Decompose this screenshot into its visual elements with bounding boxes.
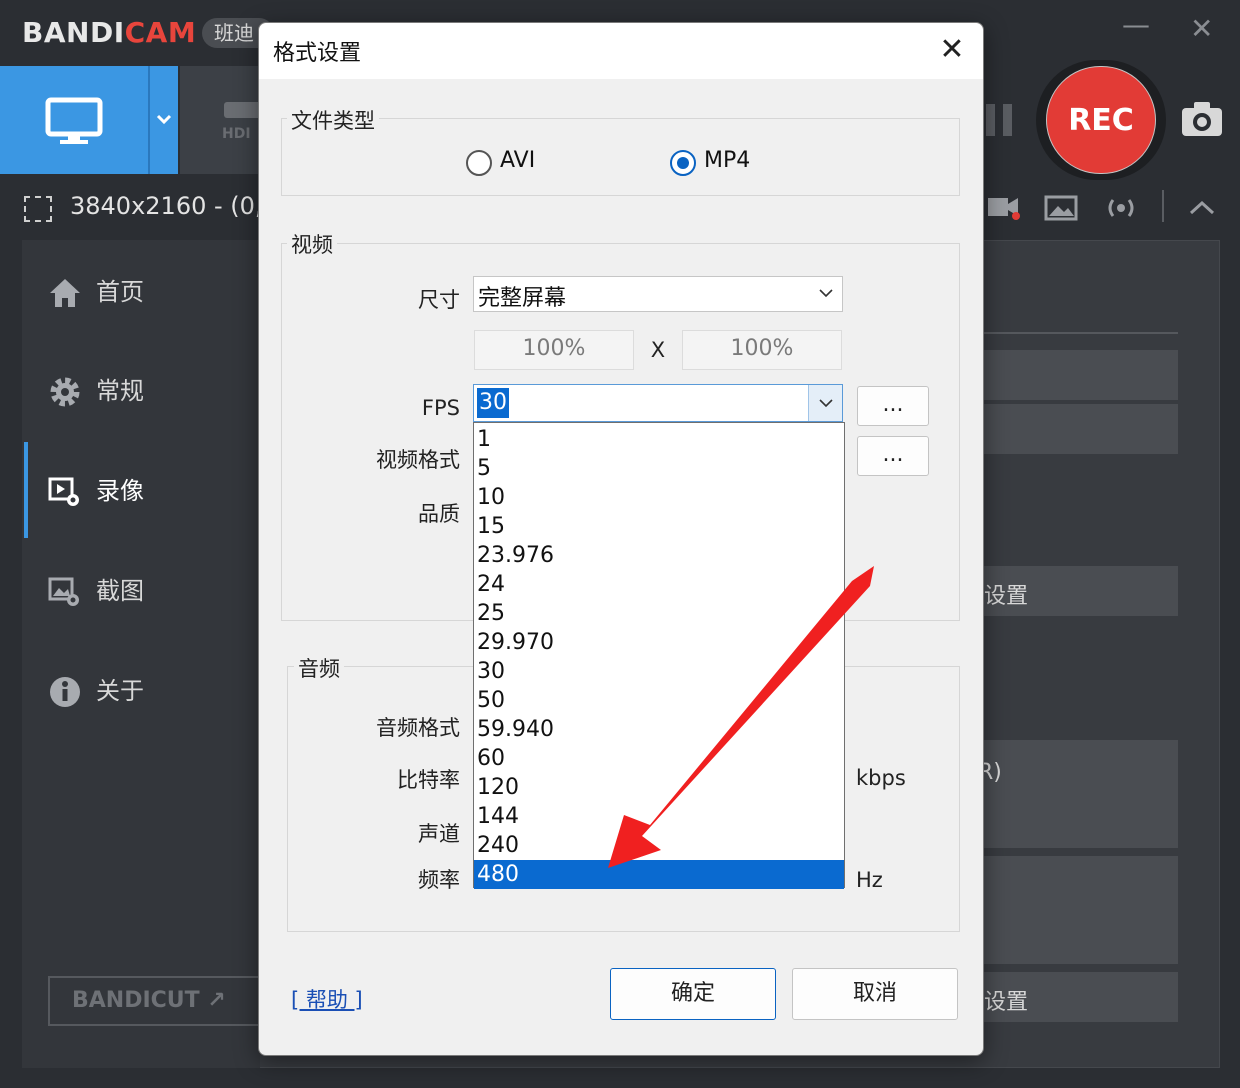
- settings-button-label: 设置: [984, 584, 1029, 609]
- screen-record-mode-button[interactable]: [0, 66, 148, 174]
- fps-dropdown-list: 1 5 10 15 23.976 24 25 29.970 30 50 59.940 60 120 144…: [473, 422, 845, 889]
- file-type-group-label: 文件类型: [287, 105, 379, 135]
- help-link[interactable]: [ 帮助 ]: [291, 984, 363, 1014]
- size-select[interactable]: 完整屏幕: [473, 276, 843, 312]
- fps-select[interactable]: 30: [473, 384, 843, 422]
- quality-label: 品质: [418, 502, 460, 526]
- svg-text:HDI: HDI: [222, 126, 251, 142]
- sidebar-active-indicator: [24, 442, 28, 538]
- height-percent-field[interactable]: 100%: [682, 330, 842, 370]
- ok-button[interactable]: 确定: [610, 968, 776, 1020]
- width-percent-field[interactable]: 100%: [474, 330, 634, 370]
- fps-option[interactable]: 59.940: [474, 715, 844, 744]
- radio-mp4[interactable]: MP4: [670, 148, 770, 178]
- right-panel-box: [960, 856, 1178, 964]
- bitrate-label: 比特率: [397, 768, 460, 792]
- fps-option[interactable]: 29.970: [474, 628, 844, 657]
- frequency-unit: Hz: [856, 868, 883, 892]
- chevron-down-icon: [819, 289, 833, 298]
- sidebar-item-video[interactable]: 录像: [48, 471, 144, 511]
- cancel-button[interactable]: 取消: [792, 968, 958, 1020]
- hdmi-record-mode-button[interactable]: HDI: [180, 66, 264, 174]
- image-overlay-icon[interactable]: [1044, 194, 1078, 222]
- fps-option[interactable]: 25: [474, 599, 844, 628]
- pause-button[interactable]: [986, 104, 1014, 136]
- fps-option[interactable]: 480: [474, 860, 844, 889]
- frequency-label: 频率: [418, 868, 460, 892]
- video-format-label: 视频格式: [376, 448, 460, 472]
- fps-option[interactable]: 60: [474, 744, 844, 773]
- webcam-overlay-icon[interactable]: [986, 194, 1022, 222]
- screenshot-button[interactable]: [1180, 100, 1224, 138]
- settings-button-label: 设置: [984, 990, 1029, 1015]
- sidebar-item-general[interactable]: 常规: [48, 371, 144, 411]
- resolution-text: 3840x2160 - (0, 0: [70, 192, 286, 220]
- info-icon: [50, 677, 80, 707]
- sidebar: [22, 240, 260, 1068]
- fps-option[interactable]: 1: [474, 425, 844, 454]
- monitor-icon: [45, 97, 103, 144]
- audio-broadcast-icon[interactable]: [1104, 196, 1138, 220]
- fps-option[interactable]: 24: [474, 570, 844, 599]
- sidebar-item-home[interactable]: 首页: [48, 272, 144, 312]
- home-icon: [50, 279, 80, 307]
- chevron-up-icon[interactable]: [1188, 198, 1216, 218]
- fps-option[interactable]: 5: [474, 454, 844, 483]
- channel-label: 声道: [418, 822, 460, 846]
- video-settings-icon: [48, 477, 79, 506]
- minimize-button[interactable]: —: [1122, 8, 1150, 41]
- chevron-down-icon: [156, 114, 172, 125]
- fps-option[interactable]: 10: [474, 483, 844, 512]
- image-settings-icon: [48, 577, 79, 606]
- close-main-button[interactable]: ✕: [1190, 12, 1213, 45]
- bandicut-banner[interactable]: BANDICUT ↗: [48, 976, 288, 1026]
- radio-avi[interactable]: AVI: [466, 148, 566, 178]
- file-type-group: [281, 118, 960, 196]
- dialog-title: 格式设置: [273, 41, 362, 66]
- hdmi-icon: HDI: [222, 102, 264, 142]
- fps-option[interactable]: 15: [474, 512, 844, 541]
- bandicam-logo: BANDICAM: [22, 16, 197, 49]
- audio-group-label: 音频: [294, 653, 344, 683]
- fps-option[interactable]: 50: [474, 686, 844, 715]
- dialog-titlebar: 格式设置 ✕: [259, 23, 983, 79]
- fps-option[interactable]: 23.976: [474, 541, 844, 570]
- right-panel-row: [960, 404, 1178, 454]
- right-panel-row: [960, 350, 1178, 400]
- rec-button[interactable]: REC: [1036, 60, 1166, 180]
- sidebar-item-about[interactable]: 关于: [48, 671, 144, 711]
- size-x-separator: X: [650, 338, 666, 362]
- right-panel-box: [960, 740, 1178, 848]
- fps-more-button[interactable]: ...: [857, 386, 929, 426]
- camera-icon: [1182, 102, 1222, 136]
- fps-option[interactable]: 240: [474, 831, 844, 860]
- fps-option[interactable]: 120: [474, 773, 844, 802]
- gear-icon: [50, 377, 80, 407]
- fps-label: FPS: [421, 396, 460, 420]
- video-group-label: 视频: [287, 229, 337, 259]
- bitrate-unit: kbps: [856, 766, 906, 790]
- fps-option[interactable]: 30: [474, 657, 844, 686]
- fps-option[interactable]: 144: [474, 802, 844, 831]
- toolbar-divider: [1162, 190, 1164, 222]
- audio-format-label: 音频格式: [376, 716, 460, 740]
- select-area-icon[interactable]: [24, 196, 52, 222]
- right-panel-separator: [960, 332, 1178, 334]
- dialog-close-button[interactable]: ✕: [935, 33, 969, 67]
- sidebar-item-screenshot[interactable]: 截图: [48, 571, 144, 611]
- chevron-down-icon: [819, 399, 833, 408]
- screen-mode-dropdown[interactable]: [148, 66, 178, 174]
- video-format-more-button[interactable]: ...: [857, 436, 929, 476]
- size-label: 尺寸: [418, 288, 460, 312]
